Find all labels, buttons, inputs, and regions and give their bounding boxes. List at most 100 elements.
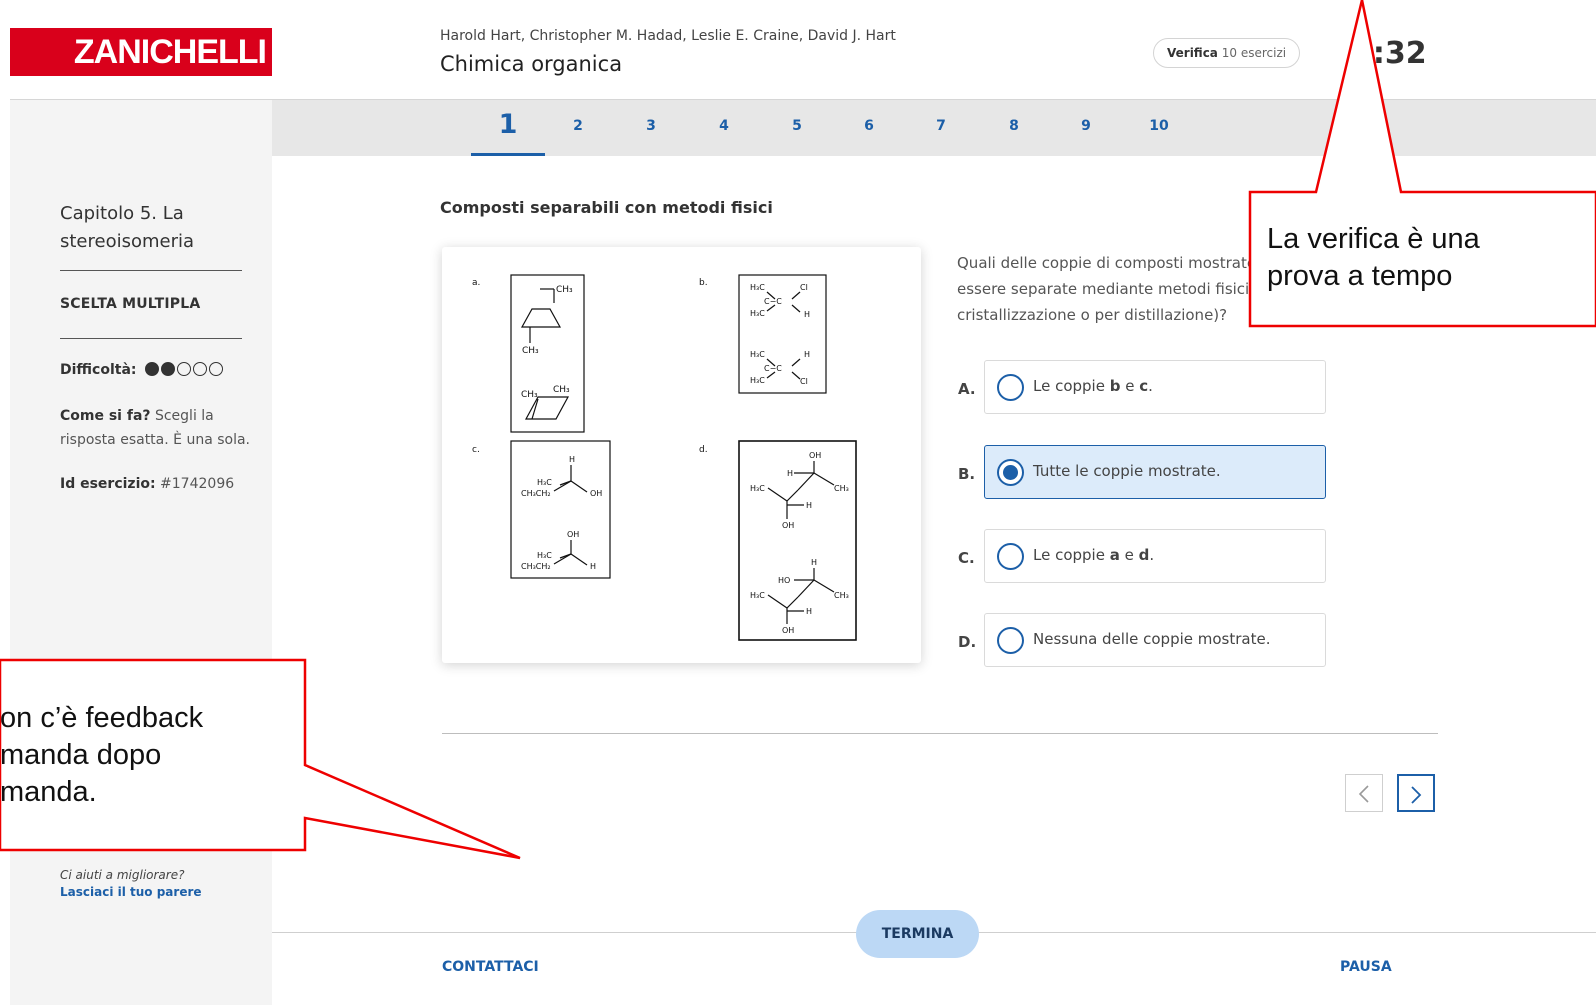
svg-text:H: H (806, 501, 812, 510)
sidebar-divider (60, 270, 242, 271)
tab-exercise-8[interactable]: 8 (977, 100, 1051, 156)
svg-text:CH₃: CH₃ (834, 591, 849, 600)
molecule-structures-image: a. b. c. d. CH₃ CH₃ CH₃ CH₃ H₃C H₃C C−C … (472, 274, 857, 641)
svg-text:C−C: C−C (764, 297, 782, 306)
radio-icon[interactable] (997, 374, 1024, 401)
chevron-left-icon (1358, 785, 1369, 803)
option-b-text: Tutte le coppie mostrate. (1033, 462, 1221, 480)
svg-text:OH: OH (590, 489, 602, 498)
svg-text:CH₃: CH₃ (522, 346, 539, 356)
difficulty-dot-empty-icon (208, 362, 223, 376)
exercise-id: Id esercizio: #1742096 (60, 472, 260, 496)
option-letter-b: B. (958, 465, 976, 483)
pause-button[interactable]: PAUSA (1340, 959, 1392, 975)
structure-a: CH₃ CH₃ CH₃ CH₃ (510, 274, 585, 433)
tab-exercise-5[interactable]: 5 (760, 100, 834, 156)
exercise-tabs: 1 2 3 4 5 6 7 8 9 10 (272, 100, 1596, 156)
figure-label-b: b. (699, 278, 708, 288)
svg-text:H₃C: H₃C (750, 484, 765, 493)
option-a[interactable]: Le coppie b e c. (984, 360, 1326, 414)
end-test-button[interactable]: TERMINA (856, 910, 979, 958)
tab-exercise-1[interactable]: 1 (471, 100, 545, 156)
svg-text:H₃C: H₃C (750, 376, 765, 385)
radio-icon[interactable] (997, 627, 1024, 654)
verify-label: Verifica (1167, 46, 1218, 60)
tab-exercise-3[interactable]: 3 (614, 100, 688, 156)
svg-text:CH₃: CH₃ (553, 385, 570, 395)
content-divider (442, 733, 1438, 734)
svg-text:H: H (804, 350, 810, 359)
exercise-type: SCELTA MULTIPLA (60, 296, 201, 312)
feedback-link[interactable]: Lasciaci il tuo parere (60, 885, 202, 899)
feedback-question: Ci aiuti a migliorare? (60, 868, 185, 882)
tab-exercise-2[interactable]: 2 (541, 100, 615, 156)
countdown-timer: 9:32 (1352, 36, 1427, 71)
svg-text:H: H (811, 558, 817, 567)
tab-exercise-4[interactable]: 4 (687, 100, 761, 156)
chapter-title: Capitolo 5. La stereoisomeria (60, 203, 195, 252)
svg-text:CH₃: CH₃ (521, 390, 538, 400)
figure-label-a: a. (472, 278, 480, 288)
timer-callout-text: La verifica è una prova a tempo (1267, 223, 1480, 292)
book-title: Chimica organica (440, 52, 623, 76)
option-d[interactable]: Nessuna delle coppie mostrate. (984, 613, 1326, 667)
svg-text:OH: OH (809, 451, 821, 460)
option-letter-d: D. (958, 633, 977, 651)
radio-icon[interactable] (997, 543, 1024, 570)
sidebar: Capitolo 5. La stereoisomeria SCELTA MUL… (10, 100, 272, 1005)
svg-text:H₃C: H₃C (537, 478, 552, 487)
difficulty-dot-empty-icon (192, 362, 207, 376)
difficulty-dot-filled-icon (144, 362, 159, 376)
next-button[interactable] (1397, 774, 1435, 812)
contact-link[interactable]: CONTATTACI (442, 959, 539, 975)
figure-label-c: c. (472, 445, 480, 455)
zanichelli-logo: ZANICHELLI (10, 28, 272, 76)
difficulty-dot-filled-icon (160, 362, 175, 376)
difficulty-dot-empty-icon (176, 362, 191, 376)
tab-exercise-9[interactable]: 9 (1049, 100, 1123, 156)
svg-text:CH₃: CH₃ (556, 285, 573, 295)
sidebar-divider (60, 338, 242, 339)
svg-text:H₃C: H₃C (537, 551, 552, 560)
svg-text:H: H (569, 455, 575, 464)
difficulty: Difficoltà: (60, 358, 260, 382)
howto-label: Come si fa? (60, 408, 151, 424)
option-c-text: Le coppie a e d. (1033, 546, 1155, 564)
tab-exercise-6[interactable]: 6 (832, 100, 906, 156)
svg-text:H₃C: H₃C (750, 591, 765, 600)
radio-selected-icon[interactable] (997, 459, 1024, 486)
exercise-id-label: Id esercizio: (60, 476, 156, 492)
structure-b: H₃C H₃C C−C Cl H H₃C H₃C C−C H Cl (738, 274, 827, 394)
exercise-id-value: #1742096 (160, 476, 235, 492)
svg-text:H₃C: H₃C (750, 283, 765, 292)
option-letter-a: A. (958, 380, 976, 398)
svg-text:H: H (806, 607, 812, 616)
figure-label-d: d. (699, 445, 708, 455)
chevron-right-icon (1411, 786, 1422, 804)
option-a-text: Le coppie b e c. (1033, 377, 1153, 395)
svg-text:C−C: C−C (764, 364, 782, 373)
tab-exercise-7[interactable]: 7 (904, 100, 978, 156)
tab-exercise-10[interactable]: 10 (1122, 100, 1196, 156)
svg-text:OH: OH (782, 626, 794, 635)
previous-button[interactable] (1345, 774, 1383, 812)
svg-text:H: H (590, 562, 596, 571)
structures-figure: a. b. c. d. CH₃ CH₃ CH₃ CH₃ H₃C H₃C C−C … (442, 247, 921, 663)
option-b[interactable]: Tutte le coppie mostrate. (984, 445, 1326, 499)
option-letter-c: C. (958, 549, 975, 567)
feedback-callout-text: on c’è feedback manda dopo manda. (0, 702, 204, 808)
svg-text:H: H (804, 310, 810, 319)
howto: Come si fa? Scegli la risposta esatta. È… (60, 404, 260, 452)
exercise-title: Composti separabili con metodi fisici (440, 198, 773, 217)
svg-text:OH: OH (782, 521, 794, 530)
svg-text:HO: HO (778, 576, 790, 585)
svg-text:H₃C: H₃C (750, 350, 765, 359)
header: ZANICHELLI Harold Hart, Christopher M. H… (10, 0, 1596, 100)
book-authors: Harold Hart, Christopher M. Hadad, Lesli… (440, 28, 896, 44)
svg-text:H: H (787, 469, 793, 478)
svg-text:CH₃CH₂: CH₃CH₂ (521, 562, 551, 571)
svg-text:CH₃CH₂: CH₃CH₂ (521, 489, 551, 498)
svg-text:Cl: Cl (800, 377, 808, 386)
option-c[interactable]: Le coppie a e d. (984, 529, 1326, 583)
difficulty-rating (144, 358, 225, 382)
